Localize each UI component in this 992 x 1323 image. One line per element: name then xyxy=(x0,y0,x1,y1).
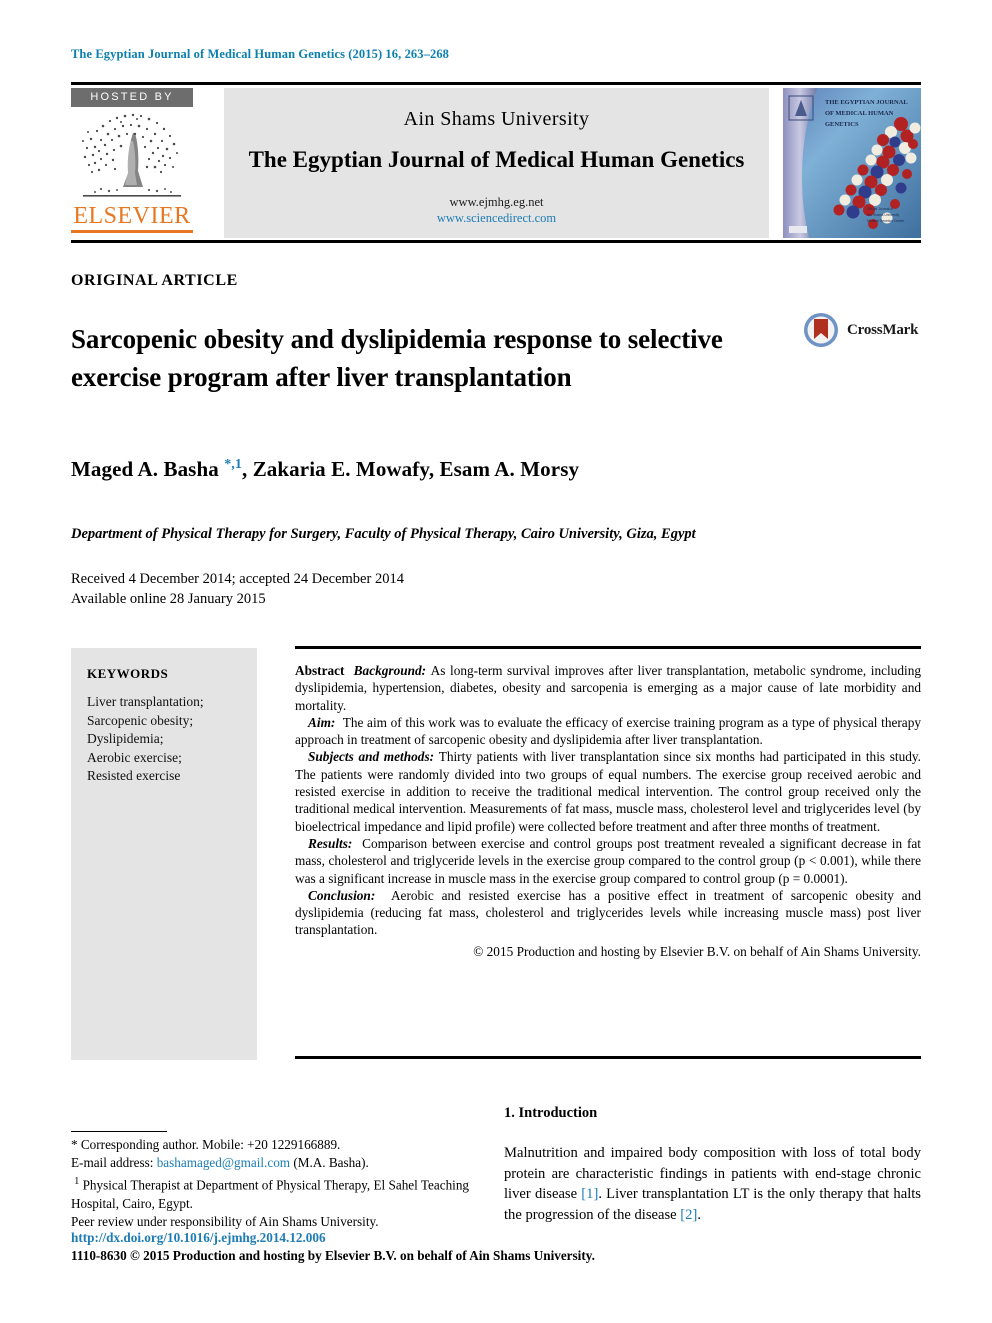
journal-cover-thumbnail: THE EGYPTIAN JOURNAL OF MEDICAL HUMAN GE… xyxy=(783,88,921,238)
keyword-item: Liver transplantation; xyxy=(87,694,204,709)
corresponding-author-note: * Corresponding author. Mobile: +20 1229… xyxy=(71,1137,341,1152)
abstract-results-label: Results: xyxy=(308,835,353,851)
email-label: E-mail address: xyxy=(71,1155,154,1171)
citation-ref-1[interactable]: [1] xyxy=(581,1186,598,1202)
journal-article-page: The Egyptian Journal of Medical Human Ge… xyxy=(0,0,992,1323)
hosted-by-label: HOSTED BY xyxy=(71,88,193,107)
sciencedirect-url[interactable]: www.sciencedirect.com xyxy=(224,211,769,226)
journal-title: The Egyptian Journal of Medical Human Ge… xyxy=(248,147,745,172)
svg-text:THE EGYPTIAN JOURNAL: THE EGYPTIAN JOURNAL xyxy=(825,99,908,106)
abstract-background: Abstract Background: As long-term surviv… xyxy=(295,662,921,714)
keyword-item: Dyslipidemia; xyxy=(87,731,164,746)
abstract-aim-text: The aim of this work was to evaluate the… xyxy=(295,714,921,748)
journal-university: Ain Shams University xyxy=(403,108,590,130)
elsevier-underline xyxy=(71,230,193,233)
journal-banner: Ain Shams University The Egyptian Journa… xyxy=(224,88,769,238)
svg-text:GENETICS: GENETICS xyxy=(825,121,859,128)
footnote-rule xyxy=(71,1131,167,1133)
svg-text:Medical Genetics Center: Medical Genetics Center xyxy=(867,219,905,223)
doi-block: http://dx.doi.org/10.1016/j.ejmhg.2014.1… xyxy=(71,1229,711,1265)
crossmark-icon xyxy=(803,312,839,348)
email-suffix: (M.A. Basha). xyxy=(293,1155,369,1171)
keyword-item: Aerobic exercise; xyxy=(87,749,182,765)
abstract-copyright: © 2015 Production and hosting by Elsevie… xyxy=(473,943,921,959)
footnote-1-text: Physical Therapist at Department of Phys… xyxy=(71,1177,470,1211)
abstract-conclusion: Conclusion: Aerobic and resisted exercis… xyxy=(295,887,921,939)
article-type-label: ORIGINAL ARTICLE xyxy=(71,272,238,289)
abstract: Abstract Background: As long-term surviv… xyxy=(295,662,921,960)
section-heading-introduction: 1. Introduction xyxy=(504,1105,598,1121)
masthead: HOSTED BY ELSEVIER Ain Shams University … xyxy=(71,88,921,238)
abstract-results-text: Comparison between exercise and control … xyxy=(295,835,921,886)
abstract-label: Abstract xyxy=(295,663,345,678)
svg-text:Official Journal of: Official Journal of xyxy=(867,207,893,211)
page-title: Sarcopenic obesity and dyslipidemia resp… xyxy=(71,324,723,393)
citation-ref-2[interactable]: [2] xyxy=(680,1207,697,1223)
abstract-conclusion-text: Aerobic and resisted exercise has a posi… xyxy=(295,887,921,938)
elsevier-tree-icon xyxy=(71,107,193,203)
available-online-date: Available online 28 January 2015 xyxy=(71,591,266,607)
footnote-marker: 1 xyxy=(74,1175,80,1187)
abstract-conclusion-label: Conclusion: xyxy=(308,887,376,903)
abstract-aim-label: Aim: xyxy=(308,714,336,730)
abstract-results: Results: Comparison between exercise and… xyxy=(295,835,921,887)
introduction-paragraph: Malnutrition and impaired body compositi… xyxy=(504,1143,921,1225)
author-note-1: 1 Physical Therapist at Department of Ph… xyxy=(71,1173,491,1213)
keywords-heading: KEYWORDS xyxy=(87,666,169,681)
issn-copyright: 1110-8630 © 2015 Production and hosting … xyxy=(71,1248,595,1263)
masthead-top-rule xyxy=(71,82,921,85)
abstract-bottom-rule xyxy=(295,1056,921,1059)
keyword-item: Sarcopenic obesity; xyxy=(87,712,194,728)
footnotes: * Corresponding author. Mobile: +20 1229… xyxy=(71,1136,491,1231)
abstract-top-rule xyxy=(295,646,921,649)
elsevier-logo: HOSTED BY ELSEVIER xyxy=(71,88,196,238)
running-head: The Egyptian Journal of Medical Human Ge… xyxy=(71,47,450,61)
abstract-background-label: Background: xyxy=(353,663,427,678)
abstract-methods: Subjects and methods: Thirty patients wi… xyxy=(295,748,921,834)
crossmark-badge[interactable]: CrossMark xyxy=(803,312,923,352)
elsevier-wordmark: ELSEVIER xyxy=(73,203,191,229)
intro-text-c: . xyxy=(697,1206,701,1223)
svg-text:OF MEDICAL HUMAN: OF MEDICAL HUMAN xyxy=(825,110,894,117)
keywords-list: Liver transplantation; Sarcopenic obesit… xyxy=(87,693,204,786)
abstract-aim: Aim: The aim of this work was to evaluat… xyxy=(295,714,921,749)
doi-link[interactable]: http://dx.doi.org/10.1016/j.ejmhg.2014.1… xyxy=(71,1229,711,1247)
svg-text:Ain Shams University: Ain Shams University xyxy=(867,213,900,217)
email-note: E-mail address: bashamaged@gmail.com (M.… xyxy=(71,1154,491,1172)
crossmark-label: CrossMark xyxy=(847,322,919,338)
affiliation: Department of Physical Therapy for Surge… xyxy=(71,526,696,542)
received-date: Received 4 December 2014; accepted 24 De… xyxy=(71,571,404,587)
masthead-bottom-rule xyxy=(71,240,921,243)
publication-dates: Received 4 December 2014; accepted 24 De… xyxy=(71,569,404,609)
author-list: Maged A. Basha *,1, Zakaria E. Mowafy, E… xyxy=(71,457,580,481)
keyword-item: Resisted exercise xyxy=(87,768,181,783)
email-link[interactable]: bashamaged@gmail.com xyxy=(157,1155,290,1170)
abstract-methods-label: Subjects and methods: xyxy=(308,749,435,765)
journal-homepage-url[interactable]: www.ejmhg.eg.net xyxy=(224,195,769,210)
keywords-box: KEYWORDS Liver transplantation; Sarcopen… xyxy=(71,648,257,1060)
